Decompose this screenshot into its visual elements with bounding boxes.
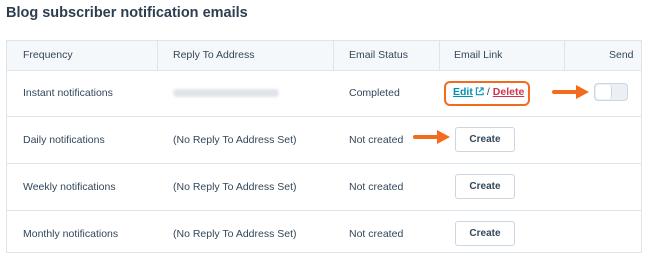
table-row-instant: Instant notifications Completed [7,70,641,117]
column-header-frequency: Frequency [23,49,73,61]
email-link-actions: Edit / Delete [453,86,524,100]
email-status-cell: Not created [349,134,404,146]
table-row-monthly: Monthly notifications (No Reply To Addre… [7,211,641,257]
email-status-cell: Not created [349,228,404,240]
column-divider [564,41,565,70]
frequency-cell: Weekly notifications [23,181,116,193]
column-header-reply-to: Reply To Address [173,49,255,61]
external-link-icon [475,87,484,100]
column-header-email-status: Email Status [349,49,408,61]
create-daily-button[interactable]: Create [455,127,515,152]
email-status-cell: Not created [349,181,404,193]
table-header: Frequency Reply To Address Email Status … [7,41,641,71]
column-header-email-link: Email Link [454,49,503,61]
link-separator: / [486,86,490,98]
frequency-cell: Daily notifications [23,134,105,146]
column-divider [439,41,440,70]
reply-to-cell: (No Reply To Address Set) [173,181,297,193]
table-row-daily: Daily notifications (No Reply To Address… [7,117,641,164]
frequency-cell: Instant notifications [23,87,113,99]
column-divider [157,41,158,70]
redacted-email-address [173,89,279,97]
email-status-cell: Completed [349,87,400,99]
table-row-weekly: Weekly notifications (No Reply To Addres… [7,164,641,211]
column-divider [333,41,334,70]
notification-table: Frequency Reply To Address Email Status … [6,40,642,253]
toggle-knob [596,85,612,99]
delete-link[interactable]: Delete [493,86,525,98]
edit-link-label: Edit [453,86,473,98]
send-toggle[interactable] [594,83,628,101]
frequency-cell: Monthly notifications [23,228,119,240]
reply-to-cell: (No Reply To Address Set) [173,134,297,146]
edit-link[interactable]: Edit [453,86,484,98]
create-monthly-button[interactable]: Create [455,221,515,246]
create-weekly-button[interactable]: Create [455,174,515,199]
arrow-right-icon [552,85,589,99]
arrow-right-icon [413,130,450,144]
column-header-send: Send [609,49,634,61]
page-title: Blog subscriber notification emails [6,5,248,21]
reply-to-cell: (No Reply To Address Set) [173,228,297,240]
